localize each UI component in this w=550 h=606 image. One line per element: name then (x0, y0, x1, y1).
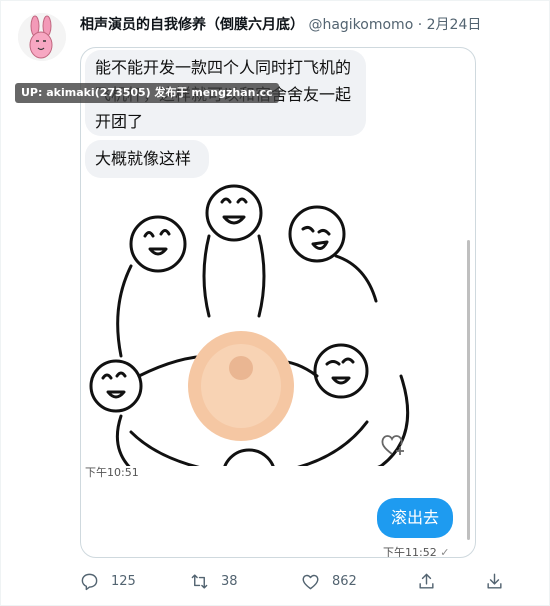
tweet-image[interactable]: 能不能开发一款四个人同时打飞机的飞机杯，这样就可以和宿舍舍友一起开团了 大概就像… (80, 47, 476, 558)
separator: · (417, 17, 423, 33)
tweet-card[interactable]: 相声演员的自我修养（倒膜六月底） @hagikomomo · 2月24日 UP:… (0, 0, 550, 606)
share-icon (419, 573, 434, 589)
chat-bubble-outgoing: 滚出去 (377, 498, 453, 538)
retweet-button[interactable]: 38 (190, 569, 238, 593)
message-time-1: 下午10:51 (85, 466, 139, 479)
like-icon (302, 574, 319, 589)
display-name[interactable]: 相声演员的自我修养（倒膜六月底） (80, 17, 304, 33)
like-button[interactable]: 862 (301, 569, 357, 593)
download-icon (487, 573, 502, 589)
tweet-actions: 125 38 862 (80, 569, 520, 593)
message-time-2: 下午11:52 ✓ (383, 544, 450, 558)
reply-button[interactable]: 125 (80, 569, 136, 593)
reply-count: 125 (111, 573, 136, 589)
download-button[interactable] (485, 569, 516, 593)
chat-scrollbar (467, 240, 470, 540)
message-time-2-text: 下午11:52 (383, 546, 437, 558)
watermark-overlay: UP: akimaki(273505) 发布于 mengzhan.cc (15, 83, 279, 103)
retweet-icon (191, 573, 208, 589)
reply-icon (81, 573, 98, 590)
like-count: 862 (332, 573, 357, 589)
avatar[interactable] (18, 13, 66, 61)
tweet-date[interactable]: 2月24日 (427, 17, 482, 33)
share-button[interactable] (417, 569, 448, 593)
circle-people-drawing (89, 184, 410, 466)
read-check-icon: ✓ (440, 546, 450, 558)
tweet-header: 相声演员的自我修养（倒膜六月底） @hagikomomo · 2月24日 (80, 14, 481, 34)
user-handle[interactable]: @hagikomomo (308, 17, 413, 33)
chat-bubble-incoming-2: 大概就像这样 (85, 140, 209, 178)
heart-plus-icon[interactable] (380, 433, 406, 457)
avatar-rabbit-icon (18, 13, 66, 61)
retweet-count: 38 (221, 573, 238, 589)
